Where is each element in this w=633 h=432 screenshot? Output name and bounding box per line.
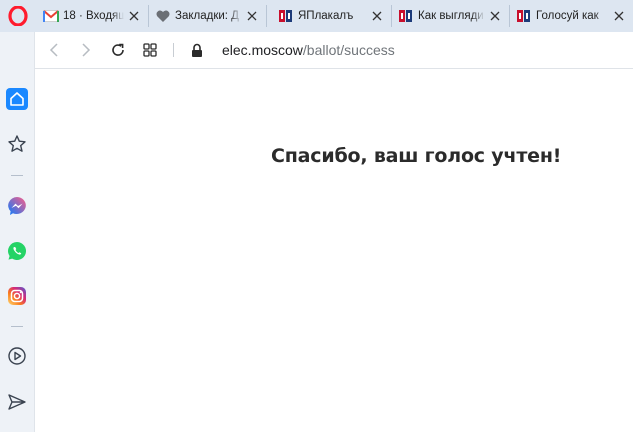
sidebar [0,32,35,432]
url-path: /ballot/success [302,42,395,58]
tab-bookmarks[interactable]: Закладки: Д [149,5,267,27]
toolbar-divider [173,43,174,57]
tab-overview-button[interactable] [141,41,159,59]
site-info-button[interactable] [188,41,206,59]
close-icon[interactable] [126,8,142,24]
sidebar-item-home[interactable] [3,85,31,113]
chevron-right-icon [82,43,91,57]
tab-label: Голосуй как [536,10,599,22]
yaplakal-icon [278,8,294,24]
tab-yaplakal-1[interactable]: ЯПлакалъ [272,5,392,27]
sidebar-item-bookmarks[interactable] [3,130,31,158]
gmail-icon [43,8,59,24]
whatsapp-icon [8,241,27,260]
tab-gmail[interactable]: 18 · Входящи [37,5,149,27]
send-icon [8,394,26,410]
close-icon[interactable] [611,8,627,24]
forward-button[interactable] [77,41,95,59]
opera-logo-icon [7,6,28,26]
grid-icon [143,43,157,57]
url-field[interactable]: elec.moscow/ballot/success [222,42,395,58]
yaplakal-icon [398,8,414,24]
messenger-icon [8,197,26,215]
close-icon[interactable] [369,8,385,24]
tab-label: 18 · Входящи [63,10,124,22]
close-icon[interactable] [487,8,503,24]
player-icon [8,347,26,365]
yaplakal-icon [516,8,532,24]
sidebar-item-messenger[interactable] [3,192,31,220]
tab-label: Закладки: Д [175,10,239,22]
sidebar-divider [11,326,23,327]
tab-label: Как выгляди [418,10,484,22]
lock-icon [192,43,202,57]
chevron-left-icon [49,43,58,57]
home-icon [6,88,28,110]
back-button[interactable] [45,41,63,59]
address-bar: elec.moscow/ballot/success [35,32,633,69]
opera-menu-button[interactable] [0,0,35,32]
heart-icon [155,8,171,24]
star-icon [8,135,26,152]
success-message: Спасибо, ваш голос учтен! [271,145,562,167]
sidebar-item-player[interactable] [3,342,31,370]
tab-yaplakal-3[interactable]: Голосуй как [510,5,633,27]
sidebar-item-whatsapp[interactable] [3,237,31,265]
sidebar-item-flow[interactable] [3,388,31,416]
reload-icon [112,43,124,56]
url-domain: elec.moscow [222,42,303,58]
close-icon[interactable] [244,8,260,24]
sidebar-divider [11,175,23,176]
instagram-icon [8,287,26,305]
tab-strip: 18 · Входящи Закладки: Д ЯПлакалъ [0,0,633,32]
reload-button[interactable] [109,41,127,59]
tab-label: ЯПлакалъ [298,10,354,22]
sidebar-item-instagram[interactable] [3,282,31,310]
tab-yaplakal-2[interactable]: Как выгляди [392,5,510,27]
